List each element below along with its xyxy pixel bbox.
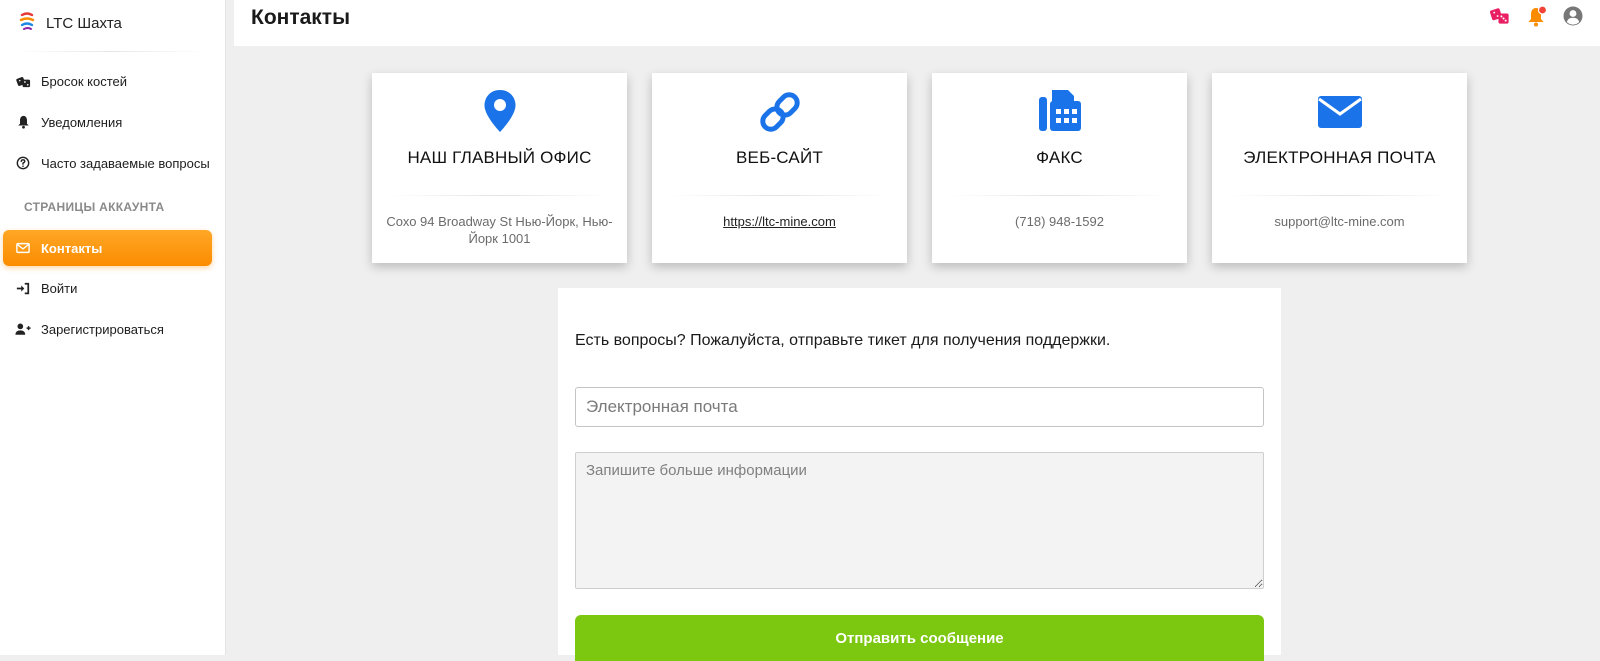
- dice-icon[interactable]: [1490, 5, 1512, 27]
- email-field[interactable]: [575, 387, 1264, 427]
- sidebar-item-label: Войти: [41, 280, 78, 296]
- card-divider: [670, 195, 889, 196]
- message-field[interactable]: [575, 452, 1264, 589]
- user-plus-icon: [15, 321, 31, 337]
- card-title: ЭЛЕКТРОННАЯ ПОЧТА: [1243, 148, 1436, 167]
- sidebar-item-login[interactable]: Войти: [3, 270, 212, 306]
- question-circle-icon: [15, 155, 31, 171]
- sidebar-item-register[interactable]: Зарегистрироваться: [3, 311, 212, 347]
- card-value: Сохо 94 Broadway St Нью-Йорк, Нью-Йорк 1…: [386, 214, 613, 246]
- card-divider: [390, 195, 609, 196]
- sidebar: LTC Шахта Бросок костей Уведомления Част…: [0, 0, 226, 655]
- app-title: LTC Шахта: [46, 14, 122, 32]
- sign-in-icon: [15, 280, 31, 296]
- card-title: НАШ ГЛАВНЫЙ ОФИС: [407, 148, 592, 167]
- link-icon: [652, 89, 907, 135]
- card-office: НАШ ГЛАВНЫЙ ОФИС Сохо 94 Broadway St Нью…: [372, 73, 627, 263]
- dice-icon: [15, 73, 31, 89]
- sidebar-item-label: Контакты: [41, 240, 103, 256]
- page-title: Контакты: [251, 6, 351, 29]
- support-form: Есть вопросы? Пожалуйста, отправьте тике…: [558, 288, 1281, 661]
- form-heading: Есть вопросы? Пожалуйста, отправьте тике…: [575, 332, 1111, 349]
- map-pin-icon: [372, 89, 627, 135]
- top-icons: [1490, 5, 1584, 27]
- logo-icon: [18, 12, 36, 34]
- top-bar: Контакты: [234, 0, 1600, 46]
- envelope-icon: [1212, 89, 1467, 135]
- card-fax: ФАКС (718) 948-1592: [932, 73, 1187, 263]
- section-title-account-pages: СТРАНИЦЫ АККАУНТА: [24, 200, 165, 214]
- fax-icon: [932, 89, 1187, 135]
- sidebar-item-label: Бросок костей: [41, 73, 128, 89]
- envelope-icon: [15, 240, 31, 256]
- card-website: ВЕБ-САЙТ https://ltc-mine.com: [652, 73, 907, 263]
- card-divider: [1230, 195, 1449, 196]
- sidebar-item-label: Уведомления: [41, 114, 123, 130]
- card-title: ВЕБ-САЙТ: [736, 148, 823, 167]
- card-email: ЭЛЕКТРОННАЯ ПОЧТА support@ltc-mine.com: [1212, 73, 1467, 263]
- sidebar-item-notifications[interactable]: Уведомления: [3, 104, 212, 140]
- card-title: ФАКС: [1036, 148, 1083, 167]
- sidebar-item-label: Зарегистрироваться: [41, 321, 164, 337]
- sidebar-item-dice-roll[interactable]: Бросок костей: [3, 63, 212, 99]
- sidebar-item-faq[interactable]: Часто задаваемые вопросы: [3, 145, 212, 181]
- sidebar-item-contacts[interactable]: Контакты: [3, 230, 212, 266]
- bell-icon[interactable]: [1526, 5, 1548, 27]
- bell-icon: [15, 114, 31, 130]
- sidebar-item-label: Часто задаваемые вопросы: [41, 155, 210, 171]
- user-circle-icon[interactable]: [1562, 5, 1584, 27]
- send-message-button[interactable]: Отправить сообщение: [575, 615, 1264, 661]
- website-link[interactable]: https://ltc-mine.com: [723, 214, 836, 229]
- card-divider: [950, 195, 1169, 196]
- card-value: https://ltc-mine.com: [666, 213, 893, 230]
- brand[interactable]: LTC Шахта: [18, 8, 122, 38]
- brand-divider: [16, 51, 206, 52]
- card-value: (718) 948-1592: [1015, 214, 1104, 229]
- card-value: support@ltc-mine.com: [1274, 214, 1405, 229]
